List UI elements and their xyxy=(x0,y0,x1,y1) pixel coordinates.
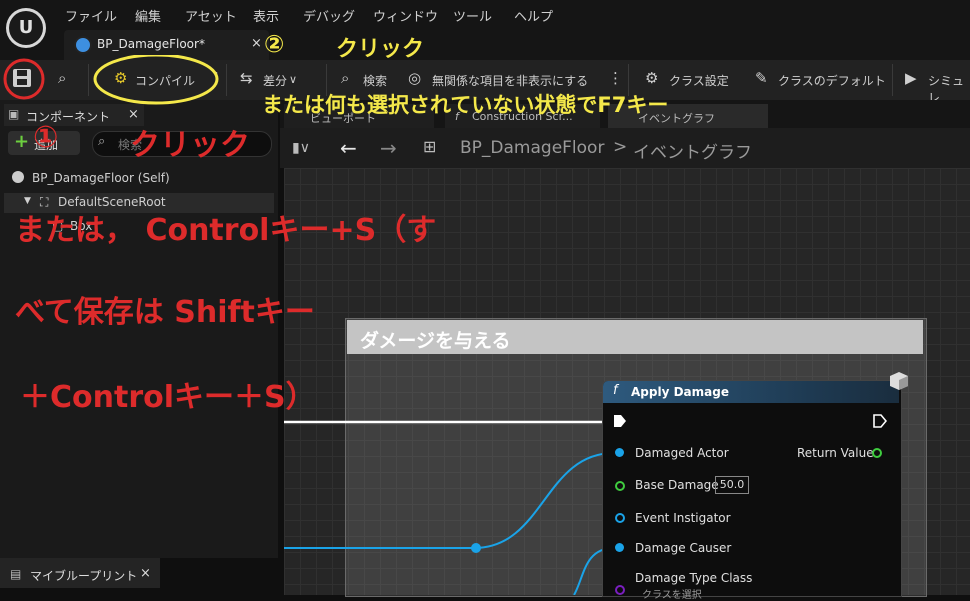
breadcrumb-separator: > xyxy=(613,137,628,157)
diff-icon[interactable]: ⇆ xyxy=(240,69,253,87)
exec-out-pin[interactable] xyxy=(873,414,887,428)
tree-item-self[interactable]: BP_DamageFloor (Self) xyxy=(32,171,170,185)
menu-window[interactable]: ウィンドウ xyxy=(373,6,438,25)
pin-damaged-actor: Damaged Actor xyxy=(635,446,729,460)
toolbar-separator xyxy=(892,64,893,96)
annotation-shortcut-line1: または， Controlキー+S（す xyxy=(15,213,437,248)
annotation-f7-hint: または何も選択されていない状態でF7キー xyxy=(262,93,669,117)
object-pin[interactable] xyxy=(615,513,625,523)
breadcrumb-graph[interactable]: イベントグラフ xyxy=(633,138,752,163)
hide-icon[interactable]: ◎ xyxy=(408,69,421,87)
pin-damage-causer: Damage Causer xyxy=(635,541,732,555)
pin-damage-type-class: Damage Type Class xyxy=(635,571,753,585)
unreal-logo-icon[interactable]: U xyxy=(6,8,46,48)
cube-icon xyxy=(890,372,908,390)
back-arrow-icon[interactable]: ← xyxy=(340,136,357,160)
annotation-shortcut-line2: べて保存は Shiftキー xyxy=(15,295,315,330)
search-icon: ⌕ xyxy=(98,134,106,149)
annotation-click-2: クリック xyxy=(336,37,425,62)
close-tab-icon[interactable]: × xyxy=(140,566,151,581)
float-pin[interactable] xyxy=(615,481,625,491)
menu-help[interactable]: ヘルプ xyxy=(514,6,553,25)
close-tab-icon[interactable]: × xyxy=(251,36,262,51)
my-blueprint-label: マイブループリント xyxy=(30,569,138,583)
reroute-node xyxy=(471,543,481,553)
plus-icon: + xyxy=(14,131,30,152)
forward-arrow-icon[interactable]: → xyxy=(380,136,397,160)
bookmark-icon[interactable]: ▮∨ xyxy=(292,140,310,156)
annotation-shortcut-line3: ＋Controlキー＋S） xyxy=(20,380,316,415)
class-settings-button[interactable]: クラス設定 xyxy=(669,72,729,89)
damaged-actor-wire xyxy=(284,452,615,549)
search-button[interactable]: 検索 xyxy=(363,72,387,89)
menu-debug[interactable]: デバッグ xyxy=(303,6,355,25)
pin-event-instigator: Event Instigator xyxy=(635,511,731,525)
base-damage-input[interactable]: 50.0 xyxy=(715,476,749,494)
class-defaults-button[interactable]: クラスのデフォルト xyxy=(778,72,886,89)
exec-in-pin[interactable] xyxy=(613,414,627,428)
hide-unrelated-button[interactable]: 無関係な項目を非表示にする xyxy=(432,72,588,89)
annotation-number-2: ② xyxy=(264,30,285,58)
diff-button[interactable]: 差分 xyxy=(263,72,287,89)
play-icon[interactable]: ▶ xyxy=(905,69,917,87)
menu-tools[interactable]: ツール xyxy=(453,6,492,25)
object-pin[interactable] xyxy=(615,543,624,552)
class-select-dropdown[interactable]: クラスを選択 xyxy=(642,586,702,601)
pin-base-damage: Base Damage xyxy=(635,478,719,492)
blueprint-panel-icon: ▤ xyxy=(10,567,22,581)
search-icon[interactable]: ⌕ xyxy=(341,69,349,87)
object-pin[interactable] xyxy=(615,448,624,457)
more-options-icon[interactable]: ⋮ xyxy=(608,69,623,87)
pin-return-value: Return Value xyxy=(797,446,874,460)
blueprint-icon xyxy=(74,36,92,54)
hierarchy-icon[interactable]: ⊞ xyxy=(423,137,436,156)
annotation-number-1: ① xyxy=(33,120,59,155)
actor-icon xyxy=(12,171,24,183)
compile-highlight-ellipse xyxy=(93,55,219,105)
function-icon: f xyxy=(613,383,618,398)
node-title: Apply Damage xyxy=(631,385,729,399)
pencil-icon[interactable]: ✎ xyxy=(755,69,768,87)
gear-icon[interactable]: ⚙ xyxy=(645,69,658,87)
document-tab-label: BP_DamageFloor* xyxy=(97,37,205,51)
menu-view[interactable]: 表示 xyxy=(253,6,279,25)
menu-edit[interactable]: 編集 xyxy=(135,6,161,25)
chevron-down-icon[interactable]: ∨ xyxy=(289,73,297,86)
class-pin[interactable] xyxy=(615,585,625,595)
menu-asset[interactable]: アセット xyxy=(185,6,237,25)
annotation-circles xyxy=(3,55,219,105)
save-highlight-circle xyxy=(3,58,45,100)
breadcrumb-blueprint[interactable]: BP_DamageFloor xyxy=(460,138,604,158)
menu-file[interactable]: ファイル xyxy=(65,6,117,25)
annotation-click-1: クリック xyxy=(130,128,250,163)
float-out-pin[interactable] xyxy=(872,448,882,458)
